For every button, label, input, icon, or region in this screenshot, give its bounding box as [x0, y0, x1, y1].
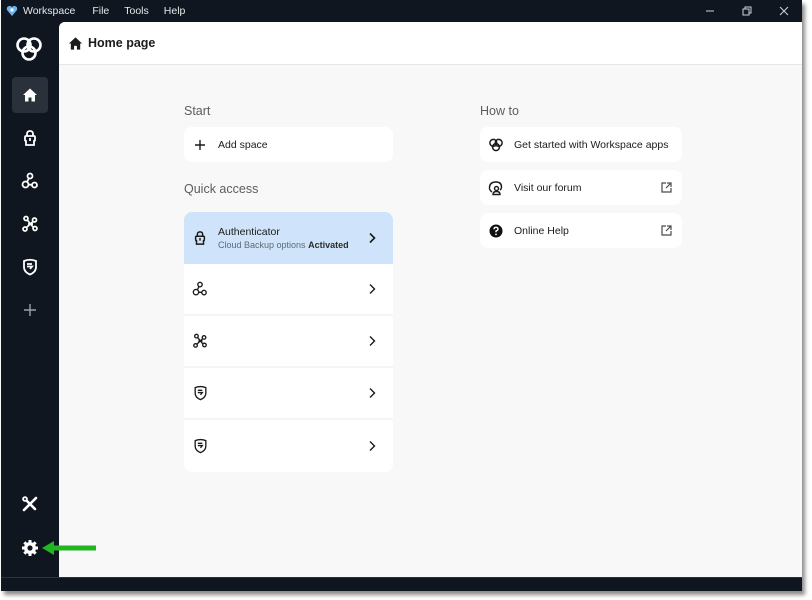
external-link-icon [661, 225, 672, 236]
help-icon [488, 223, 504, 239]
chevron-right-icon [369, 284, 376, 294]
shield-icon [192, 385, 208, 401]
workspace-logo-icon [488, 137, 504, 153]
tools-icon [22, 496, 38, 512]
menu-help[interactable]: Help [164, 5, 186, 17]
sidebar-item-home[interactable] [12, 77, 48, 113]
add-space-button[interactable]: Add space [184, 127, 393, 162]
close-icon [779, 6, 788, 16]
status-badge: Activated [308, 240, 349, 250]
title-bar: Workspace File Tools Help [1, 0, 802, 22]
network-icon [22, 215, 38, 232]
chevron-right-icon [369, 336, 376, 346]
annotation-arrow-icon [42, 541, 96, 555]
get-started-label: Get started with Workspace apps [514, 138, 669, 151]
chevron-right-icon [369, 441, 376, 451]
app-logo-icon [6, 5, 18, 17]
sidebar-item-add[interactable] [12, 292, 48, 328]
main-content: Home page Start Add space Quick access A… [59, 22, 802, 577]
quick-access-label: Quick access [184, 182, 259, 196]
home-icon [23, 88, 37, 102]
visit-forum-label: Visit our forum [514, 181, 582, 194]
network-icon [192, 333, 208, 349]
sidebar-item-authenticator[interactable] [12, 120, 48, 156]
status-strip [1, 577, 802, 591]
subtitle-text: Cloud Backup options [218, 240, 306, 250]
forum-icon [488, 180, 504, 196]
authenticator-icon [192, 230, 208, 246]
page-header: Home page [59, 22, 802, 65]
workspace-logo-icon [14, 34, 44, 64]
online-help-label: Online Help [514, 224, 569, 237]
restore-button[interactable] [728, 0, 765, 22]
authenticator-icon [24, 130, 36, 146]
menu-tools[interactable]: Tools [124, 5, 149, 17]
get-started-link[interactable]: Get started with Workspace apps [480, 127, 682, 162]
minimize-icon [705, 10, 714, 12]
chevron-right-icon [369, 388, 376, 398]
quick-access-title: Authenticator [218, 226, 280, 238]
plus-icon [192, 137, 208, 153]
external-link-icon [661, 182, 672, 193]
menu-file[interactable]: File [92, 5, 109, 17]
quick-access-item-shield-2[interactable] [184, 420, 393, 472]
sidebar-item-shield[interactable] [12, 249, 48, 285]
sidebar [1, 22, 59, 577]
plus-icon [24, 304, 36, 316]
nodes-icon [21, 172, 38, 189]
quick-access-list: Authenticator Cloud Backup options Activ… [184, 212, 393, 472]
how-to-label: How to [480, 104, 519, 118]
app-window: Workspace File Tools Help Home page Star… [1, 0, 802, 591]
gear-icon [22, 540, 38, 556]
sidebar-item-network[interactable] [12, 206, 48, 242]
restore-icon [742, 6, 751, 16]
shield-icon [192, 438, 208, 454]
page-title: Home page [88, 36, 156, 50]
chevron-right-icon [369, 232, 376, 244]
quick-access-item-network[interactable] [184, 316, 393, 368]
quick-access-subtitle: Cloud Backup options Activated [218, 240, 349, 250]
minimize-button[interactable] [691, 0, 728, 22]
nodes-icon [192, 281, 208, 297]
sidebar-item-tools[interactable] [12, 486, 48, 522]
sidebar-item-connections[interactable] [12, 163, 48, 199]
app-name: Workspace [23, 5, 76, 17]
quick-access-item-nodes[interactable] [184, 264, 393, 316]
close-button[interactable] [765, 0, 802, 22]
online-help-link[interactable]: Online Help [480, 213, 682, 248]
window-controls [691, 0, 802, 22]
add-space-label: Add space [218, 138, 268, 151]
shield-icon [23, 258, 37, 276]
start-label: Start [184, 104, 211, 118]
visit-forum-link[interactable]: Visit our forum [480, 170, 682, 205]
quick-access-item-authenticator[interactable]: Authenticator Cloud Backup options Activ… [184, 212, 393, 264]
home-icon [68, 36, 83, 50]
quick-access-item-shield-1[interactable] [184, 368, 393, 420]
